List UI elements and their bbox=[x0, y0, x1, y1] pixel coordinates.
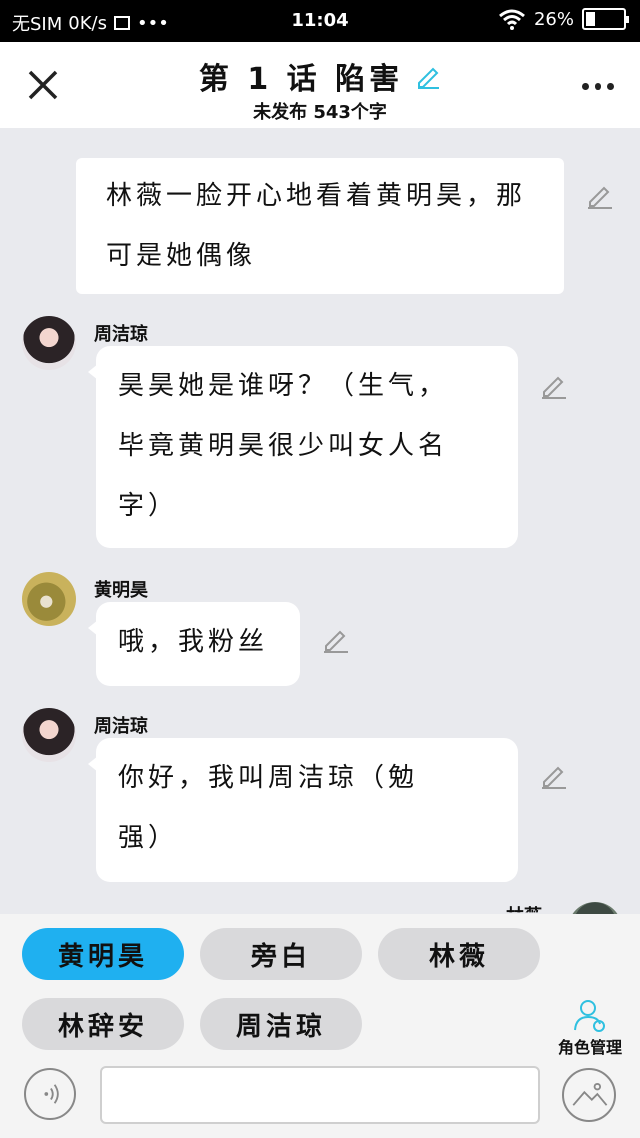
narration-line: 林薇一脸开心地看着黄明昊，那 bbox=[106, 181, 527, 211]
role-manage-icon bbox=[574, 1000, 605, 1032]
message-input[interactable] bbox=[100, 1066, 540, 1124]
editor-header: 第 1 话 陷害 未发布 543个字 bbox=[0, 42, 640, 128]
edit-icon[interactable] bbox=[538, 370, 568, 400]
dialogue-bubble[interactable]: 昊昊她是谁呀？（生气， 毕竟黄明昊很少叫女人名 字） bbox=[88, 346, 518, 548]
dialogue-line: 强） bbox=[118, 823, 179, 853]
role-manage-button[interactable]: 角色管理 bbox=[550, 998, 630, 1058]
edit-icon[interactable] bbox=[584, 180, 614, 210]
dialogue-line: 字） bbox=[118, 491, 179, 521]
dialogue-line: 哦，我粉丝 bbox=[118, 627, 269, 657]
status-bar: 无SIM 0K/s ••• 11:04 26% bbox=[0, 0, 640, 42]
speaker-name: 周洁琼 bbox=[94, 324, 148, 345]
status-right: 26% bbox=[498, 8, 629, 30]
voice-icon[interactable] bbox=[24, 1068, 76, 1120]
chapter-status: 未发布 543个字 bbox=[253, 102, 387, 123]
wifi-icon bbox=[499, 9, 525, 30]
avatar-lin[interactable] bbox=[568, 902, 622, 914]
dialogue-bubble[interactable]: 哦，我粉丝 bbox=[88, 602, 300, 686]
edit-icon[interactable] bbox=[320, 624, 350, 654]
chapter-title[interactable]: 第 1 话 陷害 bbox=[199, 54, 403, 98]
role-manage-label: 角色管理 bbox=[557, 1038, 622, 1057]
dialogue-line: 昊昊她是谁呀？（生气， bbox=[118, 371, 449, 401]
role-chip-zhou[interactable]: 周洁琼 bbox=[200, 998, 362, 1050]
speaker-name: 周洁琼 bbox=[94, 716, 148, 737]
narration-line: 可是她偶像 bbox=[106, 241, 257, 271]
message-feed[interactable]: 林薇一脸开心地看着黄明昊，那 可是她偶像 周洁琼 昊昊她是谁呀？（生气， 毕竟黄… bbox=[0, 128, 640, 914]
title-row: 第 1 话 陷害 bbox=[0, 54, 640, 98]
role-chip-narrator[interactable]: 旁白 bbox=[200, 928, 362, 980]
avatar-zhou[interactable] bbox=[22, 708, 76, 762]
edit-title-icon[interactable] bbox=[415, 63, 441, 89]
narration-bubble[interactable]: 林薇一脸开心地看着黄明昊，那 可是她偶像 bbox=[76, 158, 564, 294]
role-chip-huang[interactable]: 黄明昊 bbox=[22, 928, 184, 980]
battery-percent: 26% bbox=[533, 8, 574, 30]
battery-icon bbox=[582, 8, 629, 30]
avatar-huang[interactable] bbox=[22, 572, 76, 626]
edit-icon[interactable] bbox=[538, 760, 568, 790]
dialogue-line: 毕竟黄明昊很少叫女人名 bbox=[118, 431, 449, 461]
speaker-name: 黄明昊 bbox=[94, 580, 148, 601]
image-icon[interactable] bbox=[562, 1068, 616, 1122]
dialogue-bubble[interactable]: 你好，我叫周洁琼（勉 强） bbox=[88, 738, 518, 882]
battery-fill bbox=[586, 12, 596, 26]
more-icon[interactable] bbox=[582, 76, 615, 96]
role-panel: 黄明昊 旁白 林薇 林辞安 周洁琼 角色管理 bbox=[0, 914, 640, 1138]
role-chip-linci[interactable]: 林辞安 bbox=[22, 998, 184, 1050]
avatar-zhou[interactable] bbox=[22, 316, 76, 370]
dialogue-line: 你好，我叫周洁琼（勉 bbox=[118, 763, 419, 793]
role-chip-lin[interactable]: 林薇 bbox=[378, 928, 540, 980]
speaker-name: 林薇 bbox=[506, 902, 542, 912]
